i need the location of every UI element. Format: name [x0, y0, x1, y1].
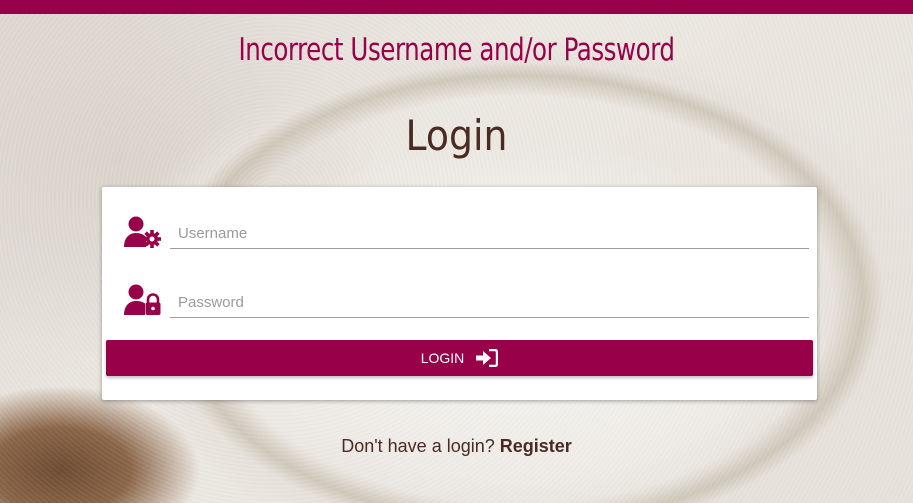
username-input[interactable]	[170, 219, 809, 249]
user-gear-icon	[124, 215, 162, 249]
register-link[interactable]: Register	[500, 436, 572, 456]
error-message: Incorrect Username and/or Password	[238, 32, 675, 68]
register-prompt-text: Don't have a login?	[341, 436, 495, 456]
password-input[interactable]	[170, 288, 809, 318]
page-title: Login	[405, 111, 508, 160]
login-button[interactable]: LOGIN	[106, 340, 813, 376]
user-lock-icon	[124, 283, 162, 317]
top-bar	[0, 0, 913, 14]
login-button-label: LOGIN	[420, 350, 465, 366]
login-card: LOGIN	[102, 187, 817, 400]
register-prompt: Don't have a login? Register	[0, 436, 913, 457]
sign-in-icon	[476, 349, 499, 367]
